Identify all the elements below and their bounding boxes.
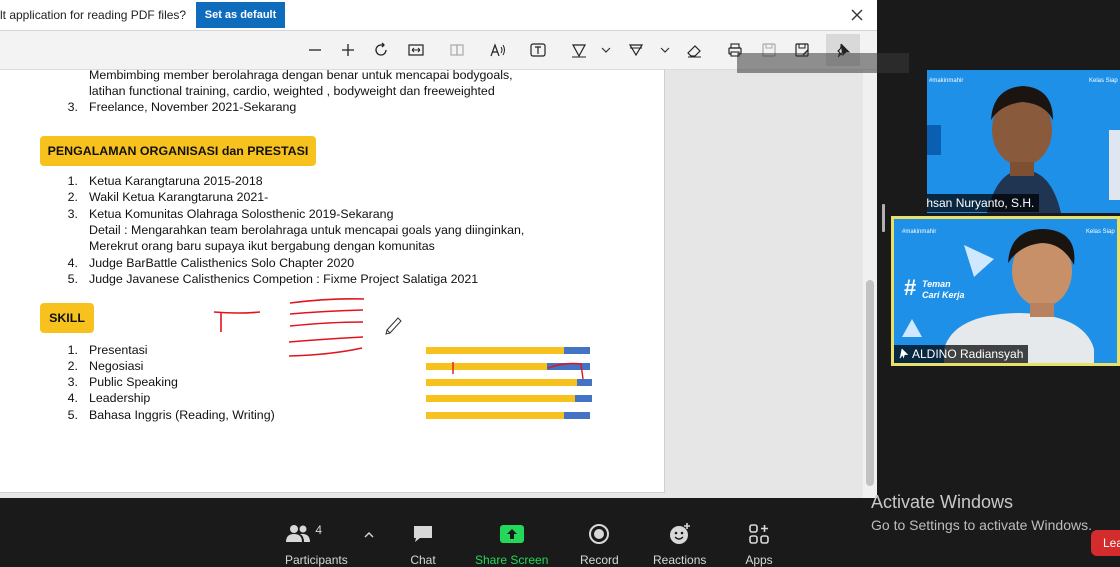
activate-windows-subtitle: Go to Settings to activate Windows. xyxy=(871,517,1092,533)
draw-options-chevron-icon[interactable] xyxy=(596,40,616,60)
leave-button[interactable]: Lea xyxy=(1091,530,1120,556)
participant-name-tag: Ikhsan Nuryanto, S.H. xyxy=(927,194,1040,212)
participants-count: 4 xyxy=(315,523,323,537)
default-app-infobar: lt application for reading PDF files? Se… xyxy=(0,0,877,31)
rotate-icon[interactable] xyxy=(371,40,391,60)
highlight-icon[interactable] xyxy=(626,40,646,60)
record-icon xyxy=(589,524,610,544)
share-screen-button[interactable]: Share Screen xyxy=(475,520,548,567)
apps-icon xyxy=(749,524,769,544)
pdf-scrollbar[interactable] xyxy=(863,70,877,498)
participant-video xyxy=(902,229,1094,363)
pdf-viewer: lt application for reading PDF files? Se… xyxy=(0,0,877,498)
participant-name: Ikhsan Nuryanto, S.H. xyxy=(927,196,1035,210)
apps-button[interactable]: Apps xyxy=(745,520,773,567)
text-icon[interactable] xyxy=(528,40,548,60)
pdf-page: Membimbing member berolahraga dengan ben… xyxy=(0,70,665,493)
hover-tooltip xyxy=(737,53,909,73)
fit-page-icon[interactable] xyxy=(406,40,426,60)
video-tile-aldino[interactable]: #makinmahir Kelas Siap # Teman Cari Kerj… xyxy=(891,216,1120,366)
draw-icon[interactable] xyxy=(569,40,589,60)
highlight-options-chevron-icon[interactable] xyxy=(655,40,675,60)
zoom-out-icon[interactable] xyxy=(305,40,325,60)
scrollbar-thumb[interactable] xyxy=(866,280,874,486)
set-as-default-button[interactable]: Set as default xyxy=(196,2,285,28)
reactions-icon xyxy=(669,523,690,544)
activate-windows-title: Activate Windows xyxy=(871,492,1014,512)
close-icon[interactable] xyxy=(848,6,866,24)
video-tile-ikhsan[interactable]: #makinmahir Kelas Siap Ikhsan Nuryanto, … xyxy=(927,70,1120,213)
chat-icon xyxy=(414,526,432,542)
share-screen-icon xyxy=(499,525,524,543)
panel-resize-handle[interactable] xyxy=(882,204,885,232)
meeting-controls-bar: 4 Participants Chat Share Screen Record … xyxy=(0,498,877,567)
pdf-canvas[interactable]: Membimbing member berolahraga dengan ben… xyxy=(0,70,863,498)
pen-cursor-icon xyxy=(385,317,402,335)
chat-button[interactable]: Chat xyxy=(409,520,437,567)
ink-annotations xyxy=(213,298,584,380)
page-view-icon[interactable] xyxy=(447,40,467,60)
participant-name: ALDINO Radiansyah xyxy=(912,347,1024,361)
record-button[interactable]: Record xyxy=(580,520,619,567)
participants-button[interactable]: 4 Participants xyxy=(285,520,348,567)
participants-icon xyxy=(286,525,311,542)
participant-name-tag: ALDINO Radiansyah xyxy=(894,345,1029,363)
eraser-icon[interactable] xyxy=(684,40,704,60)
participant-video xyxy=(927,86,1120,213)
pin-icon xyxy=(899,348,909,359)
chevron-up-icon[interactable] xyxy=(364,526,374,544)
infobar-message: lt application for reading PDF files? xyxy=(0,8,187,22)
reactions-button[interactable]: Reactions xyxy=(653,520,706,567)
zoom-in-icon[interactable] xyxy=(338,40,358,60)
read-aloud-icon[interactable] xyxy=(488,40,508,60)
